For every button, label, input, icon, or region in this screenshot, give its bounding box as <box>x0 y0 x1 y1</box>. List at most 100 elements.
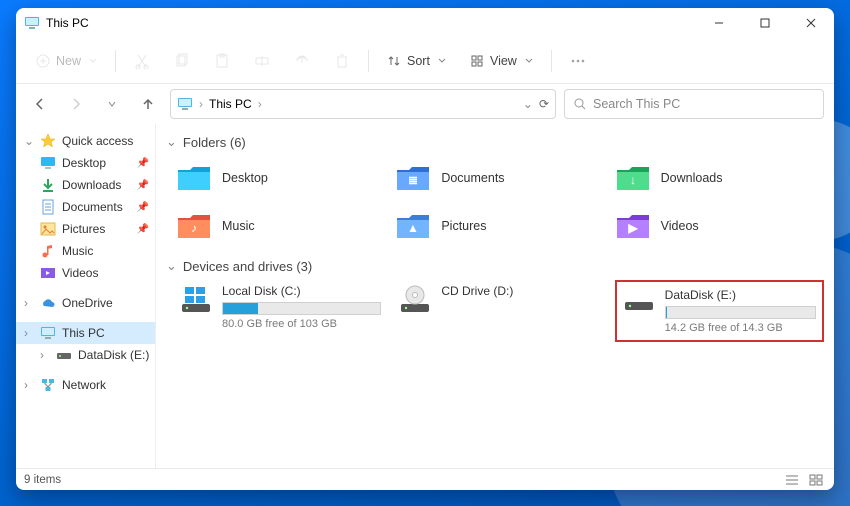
sidebar-item-documents[interactable]: Documents 📌 <box>16 196 155 218</box>
sidebar-label: DataDisk (E:) <box>78 348 149 362</box>
details-view-button[interactable] <box>782 472 802 488</box>
sidebar-this-pc[interactable]: › This PC <box>16 322 155 344</box>
address-dropdown[interactable]: ⌄ <box>523 97 533 111</box>
group-title: Devices and drives (3) <box>183 259 312 274</box>
chevron-down-icon <box>438 57 446 65</box>
window-title: This PC <box>46 16 89 30</box>
cut-icon <box>134 53 150 69</box>
delete-button[interactable] <box>324 44 360 78</box>
search-input[interactable]: Search This PC <box>564 89 824 119</box>
address-bar[interactable]: › This PC › ⌄ ⟳ <box>170 89 556 119</box>
share-button[interactable] <box>284 44 320 78</box>
svg-text:↓: ↓ <box>630 173 636 187</box>
folder-label: Desktop <box>222 171 268 185</box>
folder-label: Music <box>222 219 255 233</box>
group-header-drives[interactable]: ⌄ Devices and drives (3) <box>166 258 824 274</box>
recent-dropdown[interactable] <box>98 90 126 118</box>
sidebar-datadisk[interactable]: › DataDisk (E:) <box>16 344 155 366</box>
rename-button[interactable] <box>244 44 280 78</box>
folder-icon <box>176 162 212 194</box>
cloud-icon <box>40 295 56 311</box>
tiles-view-button[interactable] <box>806 472 826 488</box>
cut-button[interactable] <box>124 44 160 78</box>
drive-label: CD Drive (D:) <box>441 284 600 298</box>
svg-text:▲: ▲ <box>407 221 419 235</box>
new-button[interactable]: New <box>26 44 107 78</box>
search-icon <box>573 97 587 111</box>
folder-item-documents[interactable]: ≣Documents <box>395 156 604 200</box>
folder-item-pictures[interactable]: ▲ Pictures <box>395 204 604 248</box>
paste-button[interactable] <box>204 44 240 78</box>
drive-capacity-bar <box>222 302 381 315</box>
breadcrumb-separator: › <box>258 97 262 111</box>
pin-icon: 📌 <box>137 224 149 235</box>
sort-icon <box>387 54 401 68</box>
forward-button[interactable] <box>62 90 90 118</box>
sidebar-onedrive[interactable]: › OneDrive <box>16 292 155 314</box>
sidebar-label: Network <box>62 378 106 392</box>
folder-label: Pictures <box>441 219 486 233</box>
folder-label: Videos <box>661 219 699 233</box>
copy-button[interactable] <box>164 44 200 78</box>
sidebar-quick-access[interactable]: ⌄ Quick access <box>16 130 155 152</box>
drive-free-text: 80.0 GB free of 103 GB <box>222 318 381 330</box>
svg-text:♪: ♪ <box>191 221 197 235</box>
folder-item-videos[interactable]: ▶ Videos <box>615 204 824 248</box>
refresh-button[interactable]: ⟳ <box>539 97 549 111</box>
sidebar-network[interactable]: › Network <box>16 374 155 396</box>
pin-icon: 📌 <box>137 202 149 213</box>
group-header-folders[interactable]: ⌄ Folders (6) <box>166 134 824 150</box>
drive-cd-icon <box>399 284 431 316</box>
drive-item[interactable]: CD Drive (D:) <box>395 280 604 342</box>
breadcrumb-root[interactable]: This PC <box>209 97 252 111</box>
drive-item[interactable]: DataDisk (E:)14.2 GB free of 14.3 GB <box>615 280 824 342</box>
sidebar-item-downloads[interactable]: Downloads 📌 <box>16 174 155 196</box>
folder-icon: ≣ <box>395 162 431 194</box>
document-icon <box>40 199 56 215</box>
minimize-button[interactable] <box>696 8 742 38</box>
view-button[interactable]: View <box>460 44 543 78</box>
svg-text:▶: ▶ <box>627 221 638 235</box>
sort-button[interactable]: Sort <box>377 44 456 78</box>
content-pane[interactable]: ⌄ Folders (6) Desktop ≣Documents↓Download… <box>156 124 834 468</box>
back-button[interactable] <box>26 90 54 118</box>
new-label: New <box>56 54 81 68</box>
view-icon <box>470 54 484 68</box>
trash-icon <box>334 53 350 69</box>
drive-item[interactable]: Local Disk (C:) 80.0 GB free of 103 GB <box>176 280 385 342</box>
sidebar-label: OneDrive <box>62 296 113 310</box>
star-icon <box>40 133 56 149</box>
search-placeholder: Search This PC <box>593 97 680 111</box>
download-icon <box>40 177 56 193</box>
folder-icon: ♪ <box>176 210 212 242</box>
this-pc-icon <box>40 325 56 341</box>
sidebar-item-videos[interactable]: Videos <box>16 262 155 284</box>
folder-icon: ▲ <box>395 210 431 242</box>
drive-label: Local Disk (C:) <box>222 284 381 298</box>
sort-label: Sort <box>407 54 430 68</box>
svg-text:≣: ≣ <box>408 173 418 187</box>
share-icon <box>294 53 310 69</box>
video-icon <box>40 265 56 281</box>
sidebar-item-music[interactable]: Music <box>16 240 155 262</box>
maximize-button[interactable] <box>742 8 788 38</box>
sidebar-label: This PC <box>62 326 105 340</box>
toolbar: New Sort View <box>16 38 834 84</box>
up-button[interactable] <box>134 90 162 118</box>
sidebar-label: Downloads <box>62 178 121 192</box>
folder-item-music[interactable]: ♪ Music <box>176 204 385 248</box>
chevron-down-icon: ⌄ <box>166 134 177 150</box>
sidebar-item-desktop[interactable]: Desktop 📌 <box>16 152 155 174</box>
paste-icon <box>214 53 230 69</box>
folder-icon: ↓ <box>615 162 651 194</box>
desktop-icon <box>40 155 56 171</box>
rename-icon <box>254 53 270 69</box>
close-button[interactable] <box>788 8 834 38</box>
folder-item-desktop[interactable]: Desktop <box>176 156 385 200</box>
this-pc-icon <box>177 96 193 112</box>
overflow-button[interactable] <box>560 44 596 78</box>
sidebar-item-pictures[interactable]: Pictures 📌 <box>16 218 155 240</box>
picture-icon <box>40 221 56 237</box>
chevron-down-icon: ⌄ <box>166 258 177 274</box>
folder-item-downloads[interactable]: ↓Downloads <box>615 156 824 200</box>
